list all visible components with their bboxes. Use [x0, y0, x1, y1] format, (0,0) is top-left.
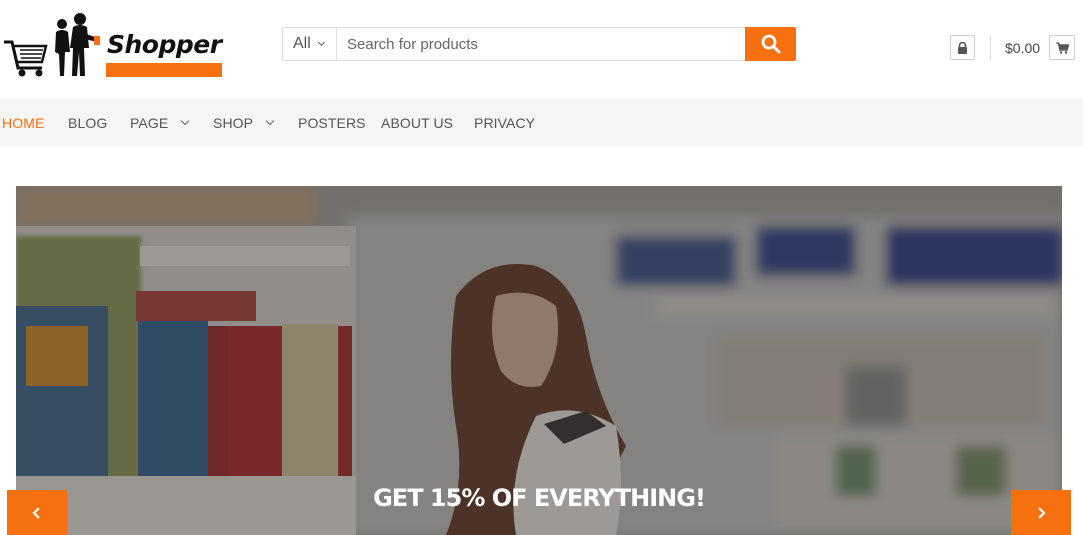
- nav-item-label: PRIVACY: [474, 115, 536, 131]
- chevron-right-icon: [1038, 506, 1046, 519]
- nav-item-shop[interactable]: SHOP: [213, 99, 275, 147]
- search-icon: [761, 34, 780, 54]
- hero-slider[interactable]: GET 15% OF EVERYTHING!: [16, 186, 1062, 535]
- chevron-down-icon: [265, 116, 275, 126]
- nav-item-label: ABOUT US: [381, 115, 454, 131]
- nav-item-label: BLOG: [68, 115, 108, 131]
- nav-item-label: POSTERS: [298, 115, 366, 131]
- chevron-down-icon: [317, 38, 325, 46]
- nav-item-posters[interactable]: POSTERS: [298, 99, 366, 147]
- chevron-left-icon: [32, 506, 40, 519]
- site-logo-text: Shopper: [107, 30, 222, 59]
- header-divider: [990, 36, 991, 60]
- lock-icon: [958, 41, 967, 54]
- nav-item-label: SHOP: [213, 115, 254, 131]
- cart-icon: [1056, 41, 1069, 54]
- nav-item-label: PAGE: [130, 115, 169, 131]
- search-button[interactable]: [745, 27, 796, 61]
- site-logo[interactable]: Shopper: [2, 12, 222, 82]
- account-button[interactable]: [950, 35, 975, 60]
- product-search-form: All: [282, 27, 796, 61]
- nav-item-blog[interactable]: BLOG: [68, 99, 107, 147]
- nav-item-home[interactable]: HOME: [2, 99, 44, 147]
- slider-prev-button[interactable]: [7, 490, 67, 535]
- chevron-down-icon: [181, 116, 190, 126]
- slide-caption: GET 15% OF EVERYTHING!: [373, 484, 706, 512]
- slider-next-button[interactable]: [1011, 490, 1071, 535]
- cart-button[interactable]: [1049, 35, 1075, 60]
- nav-item-label: HOME: [2, 115, 45, 131]
- shopping-cart-people-logo-icon: [4, 13, 100, 77]
- cart-total[interactable]: $0.00: [1005, 40, 1040, 56]
- search-category-select[interactable]: All: [283, 28, 337, 60]
- nav-item-about-us[interactable]: ABOUT US: [381, 99, 453, 147]
- hero-slide-image: [16, 186, 1062, 535]
- nav-item-page[interactable]: PAGE: [130, 99, 190, 147]
- search-input[interactable]: [338, 28, 746, 60]
- logo-underline-bar: [106, 63, 222, 77]
- search-category-value: All: [293, 35, 311, 52]
- main-navigation: HOME BLOG PAGE SHOP POSTERS ABOUT US PRI…: [0, 99, 1083, 147]
- nav-item-privacy[interactable]: PRIVACY: [474, 99, 535, 147]
